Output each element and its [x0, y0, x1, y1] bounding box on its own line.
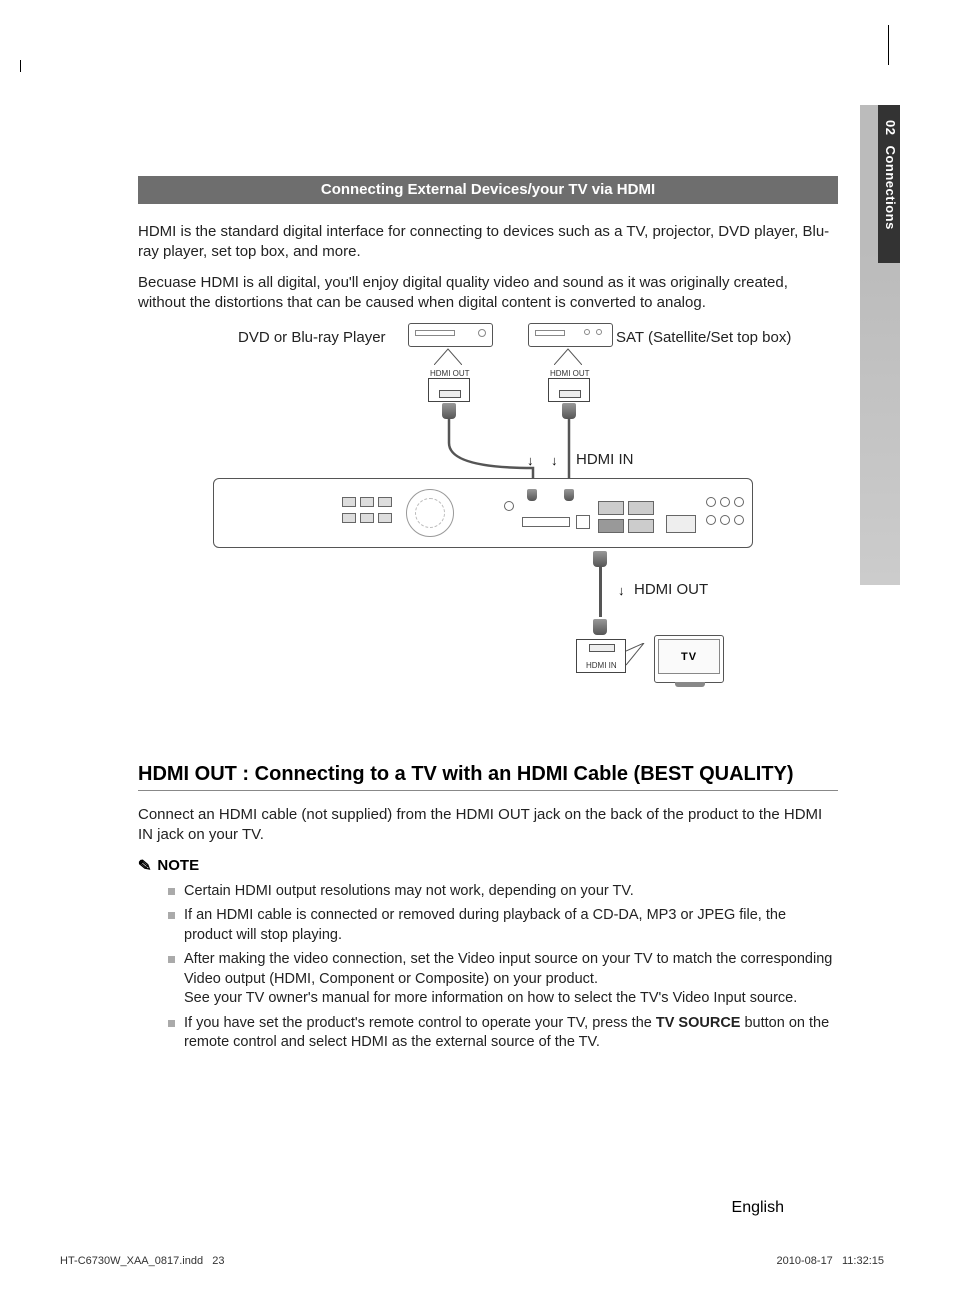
hdmi-out-port-dvd	[428, 378, 470, 402]
hdmi-in-port-main	[598, 501, 624, 515]
hdmi-out-small-1: HDMI OUT	[430, 369, 470, 378]
terminal-2	[360, 497, 374, 507]
connector-sat	[562, 403, 576, 419]
intro-paragraph-1: HDMI is the standard digital interface f…	[138, 222, 838, 263]
sat-btn1	[584, 329, 590, 335]
terminal-3	[378, 497, 392, 507]
sat-btn2	[596, 329, 602, 335]
sat-leader	[554, 347, 582, 365]
section-banner: Connecting External Devices/your TV via …	[138, 176, 838, 204]
tv-hdmi-port	[589, 644, 615, 652]
hdmi-out-label: HDMI OUT	[634, 581, 708, 598]
note-4a: If you have set the product's remote con…	[184, 1015, 656, 1031]
note-item-4: If you have set the product's remote con…	[168, 1014, 838, 1053]
comp-3	[734, 497, 744, 507]
connector-out	[593, 551, 607, 567]
terminal-6	[378, 513, 392, 523]
note-3a: After making the video connection, set t…	[184, 951, 832, 987]
tv-stand	[675, 682, 705, 687]
note-item-1: Certain HDMI output resolutions may not …	[168, 882, 838, 902]
note-heading: ✎ NOTE	[138, 856, 838, 876]
main-unit	[213, 478, 753, 548]
footer-timestamp: 2010-08-17 11:32:15	[777, 1255, 884, 1267]
hdmi-in2-port-main	[628, 501, 654, 515]
connector-into-2	[564, 489, 574, 501]
chapter-name: Connections	[883, 146, 898, 230]
hdmi-out-port-sat	[548, 378, 590, 402]
connector-into-1	[527, 489, 537, 501]
av-2	[720, 515, 730, 525]
connector-tv	[593, 619, 607, 635]
cable-to-tv	[599, 567, 602, 617]
note-item-3: After making the video connection, set t…	[168, 950, 838, 1009]
card-slot	[522, 517, 570, 527]
dvd-tray	[415, 330, 455, 336]
page-content: Connecting External Devices/your TV via …	[138, 176, 838, 1058]
footer-language: English	[732, 1199, 784, 1217]
note-3b: See your TV owner's manual for more info…	[184, 990, 797, 1006]
optical-port	[576, 515, 590, 529]
dvd-leader	[434, 347, 462, 365]
comp-2	[720, 497, 730, 507]
hdmi-out-port-main	[598, 519, 624, 533]
sat-label: SAT (Satellite/Set top box)	[616, 329, 791, 346]
note-list: Certain HDMI output resolutions may not …	[138, 882, 838, 1054]
hdmi-port-shape-1	[439, 390, 461, 398]
sat-device	[528, 323, 613, 347]
tv-text: TV	[681, 651, 697, 663]
comp-1	[706, 497, 716, 507]
hdmi-extra-port	[628, 519, 654, 533]
terminal-5	[360, 513, 374, 523]
av-1	[706, 515, 716, 525]
footer-page: 23	[212, 1255, 224, 1267]
note-item-2: If an HDMI cable is connected or removed…	[168, 906, 838, 945]
sat-slot	[535, 330, 565, 336]
lan-port	[666, 515, 696, 533]
av-3	[734, 515, 744, 525]
terminal-4	[342, 513, 356, 523]
hdmi-port-shape-2	[559, 390, 581, 398]
arrow-in-2: ↓	[551, 453, 558, 468]
crop-mark-right	[888, 25, 889, 65]
footer-time: 11:32:15	[842, 1255, 884, 1267]
tv-device: TV	[654, 635, 724, 683]
section-title-rest: Connecting to a TV with an HDMI Cable (B…	[255, 763, 794, 785]
footer-date: 2010-08-17	[777, 1255, 833, 1267]
connection-diagram: DVD or Blu-ray Player SAT (Satellite/Set…	[138, 323, 838, 733]
terminal-1	[342, 497, 356, 507]
dvd-button	[478, 329, 486, 337]
side-tab-label: 02 Connections	[883, 120, 898, 230]
footer-file-info: HT-C6730W_XAA_0817.indd 23	[60, 1255, 225, 1267]
tv-leader	[626, 643, 656, 673]
footer-file: HT-C6730W_XAA_0817.indd	[60, 1255, 203, 1267]
section-desc: Connect an HDMI cable (not supplied) fro…	[138, 805, 838, 846]
hdmi-in-label: HDMI IN	[576, 451, 634, 468]
hdmi-out-small-2: HDMI OUT	[550, 369, 590, 378]
note-label: NOTE	[157, 857, 199, 874]
section-title: HDMI OUT : Connecting to a TV with an HD…	[138, 763, 838, 791]
arrow-out: ↓	[618, 583, 625, 598]
dvd-device	[408, 323, 493, 347]
note-icon: ✎	[137, 855, 152, 876]
connector-dvd	[442, 403, 456, 419]
section-title-bold: HDMI OUT :	[138, 763, 255, 785]
intro-paragraph-2: Becuase HDMI is all digital, you'll enjo…	[138, 273, 838, 314]
hdmi-in-small: HDMI IN	[586, 661, 617, 670]
fan	[406, 489, 454, 537]
dvd-label: DVD or Blu-ray Player	[238, 329, 386, 346]
jack-1	[504, 501, 514, 511]
chapter-number: 02	[883, 120, 898, 135]
arrow-in-1: ↓	[527, 453, 534, 468]
note-4-bold: TV SOURCE	[656, 1015, 741, 1031]
crop-mark-left	[20, 60, 21, 72]
